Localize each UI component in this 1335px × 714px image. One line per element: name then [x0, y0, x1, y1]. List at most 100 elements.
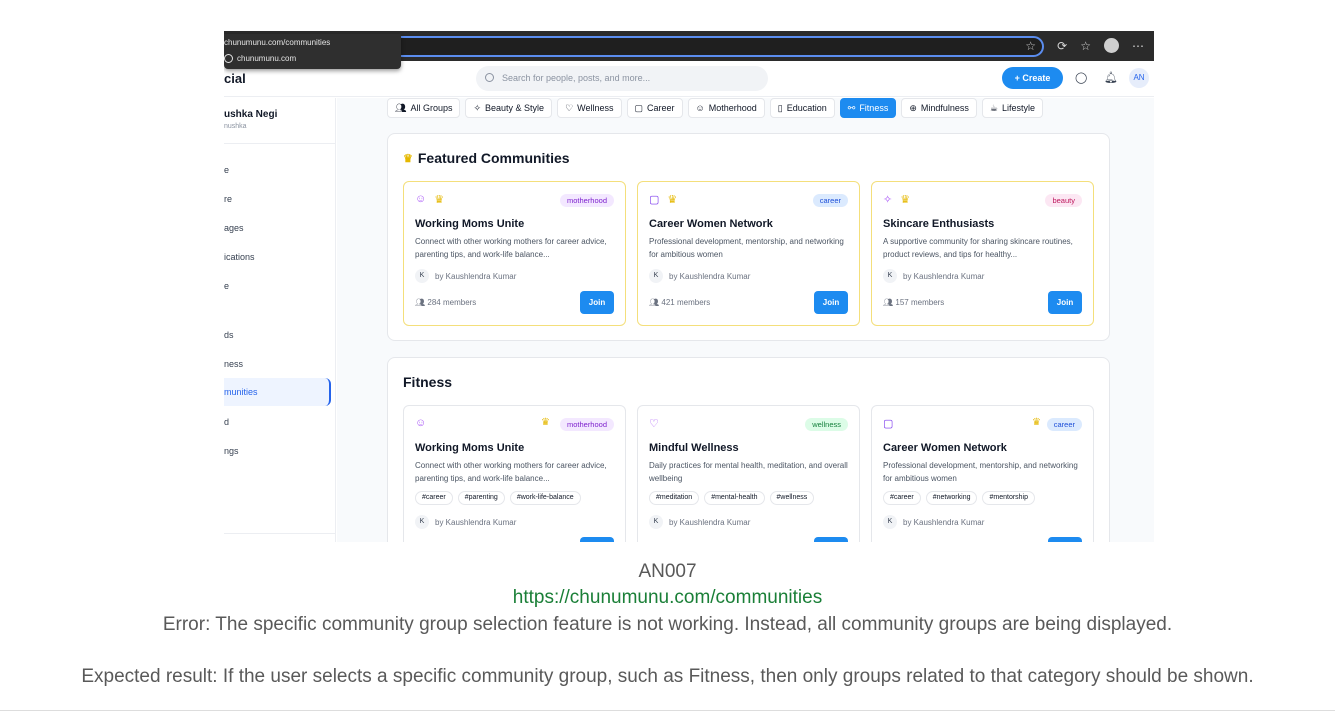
community-card[interactable]: ✧ ♛ beauty Skincare Enthusiasts A support…	[871, 181, 1094, 326]
category-education[interactable]: ▯ Education	[769, 98, 835, 118]
extensions-icon[interactable]: ⟳	[1057, 39, 1067, 53]
hashtag[interactable]: #parenting	[457, 491, 505, 505]
hashtag[interactable]: #mentorship	[982, 491, 1036, 505]
avatar[interactable]: AN	[1129, 68, 1149, 88]
sidebar-item-profile[interactable]: e	[224, 281, 229, 291]
user-name[interactable]: ushka Negi	[224, 109, 277, 120]
join-button[interactable]: Join	[1048, 291, 1082, 314]
community-description: A supportive community for sharing skinc…	[883, 237, 1073, 259]
category-career[interactable]: ▢ Career	[626, 98, 683, 118]
dumbbell-icon: ⚯	[847, 103, 856, 113]
bottom-divider	[0, 710, 1335, 711]
heart-icon: ♡	[565, 103, 574, 113]
author-avatar: K	[415, 515, 429, 529]
issue-url[interactable]: https://chunumunu.com/communities	[0, 587, 1335, 609]
join-button[interactable]	[814, 537, 848, 542]
community-card[interactable]: ☺ ♛ motherhood Working Moms Unite Connec…	[403, 405, 626, 542]
join-button[interactable]	[580, 537, 614, 542]
sidebar-item-saved[interactable]: d	[224, 417, 229, 427]
category-fitness[interactable]: ⚯ Fitness	[839, 98, 897, 118]
sidebar-divider	[224, 143, 336, 144]
community-card[interactable]: ▢ ♛ career Career Women Network Professi…	[871, 405, 1094, 542]
community-name[interactable]: Working Moms Unite	[415, 442, 524, 454]
category-all-groups[interactable]: 👥︎ All Groups	[387, 98, 461, 118]
sidebar-item-messages[interactable]: ages	[224, 223, 244, 233]
featured-communities-section: ♛ Featured Communities ☺ ♛ motherhood Wor…	[387, 133, 1110, 341]
community-name[interactable]: Career Women Network	[649, 218, 773, 230]
community-name[interactable]: Skincare Enthusiasts	[883, 218, 994, 230]
hashtag-list: #meditation #mental-health #wellness	[649, 491, 815, 505]
briefcase-icon: ▢	[883, 418, 894, 430]
card-icons: ☺ ♛	[415, 193, 444, 206]
hashtag[interactable]: #mental-health	[704, 491, 765, 505]
users-icon: 👥︎	[395, 103, 407, 113]
sidebar-item-settings[interactable]: ngs	[224, 446, 239, 456]
sparkles-icon: ✧	[473, 103, 482, 113]
sidebar-item-notifications[interactable]: ications	[224, 252, 255, 262]
message-icon[interactable]: ◯	[1075, 71, 1087, 84]
member-count: 👥︎ 157 members	[883, 298, 944, 307]
category-tag[interactable]: wellness	[805, 418, 848, 431]
community-card[interactable]: ♡ wellness Mindful Wellness Daily practi…	[637, 405, 860, 542]
hashtag[interactable]: #networking	[925, 491, 978, 505]
member-count: 👥︎ 421 members	[649, 298, 710, 307]
category-tag[interactable]: motherhood	[559, 194, 614, 207]
community-name[interactable]: Career Women Network	[883, 442, 1007, 454]
hashtag[interactable]: #career	[883, 491, 921, 505]
bookmark-star-icon[interactable]: ☆	[1025, 39, 1036, 53]
hashtag[interactable]: #career	[415, 491, 453, 505]
sidebar-item-communities[interactable]: munities	[224, 378, 331, 406]
community-description: Professional development, mentorship, an…	[649, 237, 844, 259]
category-beauty-style[interactable]: ✧ Beauty & Style	[465, 98, 553, 118]
category-label: Wellness	[577, 103, 614, 113]
community-card[interactable]: ☺ ♛ motherhood Working Moms Unite Connect…	[403, 181, 626, 326]
crown-icon: ♛	[434, 194, 445, 206]
category-tag[interactable]: career	[812, 194, 848, 207]
bell-icon[interactable]: 🔔︎	[1104, 71, 1118, 84]
create-button[interactable]: + Create	[1002, 67, 1063, 89]
hashtag[interactable]: #wellness	[769, 491, 815, 505]
community-name[interactable]: Mindful Wellness	[649, 442, 739, 454]
sidebar-item-feeds[interactable]: ds	[224, 330, 234, 340]
join-button[interactable]	[1048, 537, 1082, 542]
category-tag[interactable]: beauty	[1045, 194, 1082, 207]
hashtag-list: #career #networking #mentorship	[883, 491, 1036, 505]
brain-icon: ⊕	[909, 103, 917, 113]
card-icons: ♡	[649, 417, 659, 430]
baby-icon: ☺	[415, 193, 427, 205]
category-lifestyle[interactable]: ☕︎ Lifestyle	[981, 98, 1044, 118]
profile-avatar-icon[interactable]	[1104, 38, 1119, 53]
community-card[interactable]: ▢ ♛ career Career Women Network Professio…	[637, 181, 860, 326]
community-description: Connect with other working mothers for c…	[415, 461, 607, 483]
community-author: Kby Kaushlendra Kumar	[415, 269, 516, 283]
crown-icon: ♛	[403, 152, 413, 165]
sidebar-item-home[interactable]: e	[224, 165, 229, 175]
category-wellness[interactable]: ♡ Wellness	[557, 98, 622, 118]
community-author: Kby Kaushlendra Kumar	[649, 269, 750, 283]
hashtag[interactable]: #meditation	[649, 491, 700, 505]
hashtag[interactable]: #work-life-balance	[509, 491, 581, 505]
card-icons: ☺	[415, 417, 426, 429]
category-mindfulness[interactable]: ⊕ Mindfulness	[901, 98, 977, 118]
category-motherhood[interactable]: ☺ Motherhood	[687, 98, 765, 118]
sidebar-item-explore[interactable]: re	[224, 194, 232, 204]
favorites-icon[interactable]: ☆	[1080, 39, 1091, 53]
category-label: Lifestyle	[1001, 103, 1036, 113]
sidebar-item-wellness[interactable]: ness	[224, 359, 243, 369]
community-name[interactable]: Working Moms Unite	[415, 218, 524, 230]
app-logo[interactable]: cial	[224, 71, 246, 86]
category-tag[interactable]: motherhood	[559, 418, 614, 431]
address-bar[interactable]: ☆	[374, 36, 1044, 57]
join-button[interactable]: Join	[580, 291, 614, 314]
join-button[interactable]: Join	[814, 291, 848, 314]
crown-icon: ♛	[1032, 417, 1041, 428]
author-name: by Kaushlendra Kumar	[669, 271, 751, 281]
heart-icon: ♡	[649, 418, 659, 430]
category-tag[interactable]: career	[1046, 418, 1082, 431]
search-input[interactable]: Search for people, posts, and more...	[476, 66, 768, 91]
users-icon: 👥︎	[415, 298, 426, 307]
category-label: Beauty & Style	[485, 103, 545, 113]
more-menu-icon[interactable]: ⋯	[1132, 39, 1144, 53]
baby-icon: ☺	[415, 417, 427, 429]
author-avatar: K	[883, 269, 897, 283]
